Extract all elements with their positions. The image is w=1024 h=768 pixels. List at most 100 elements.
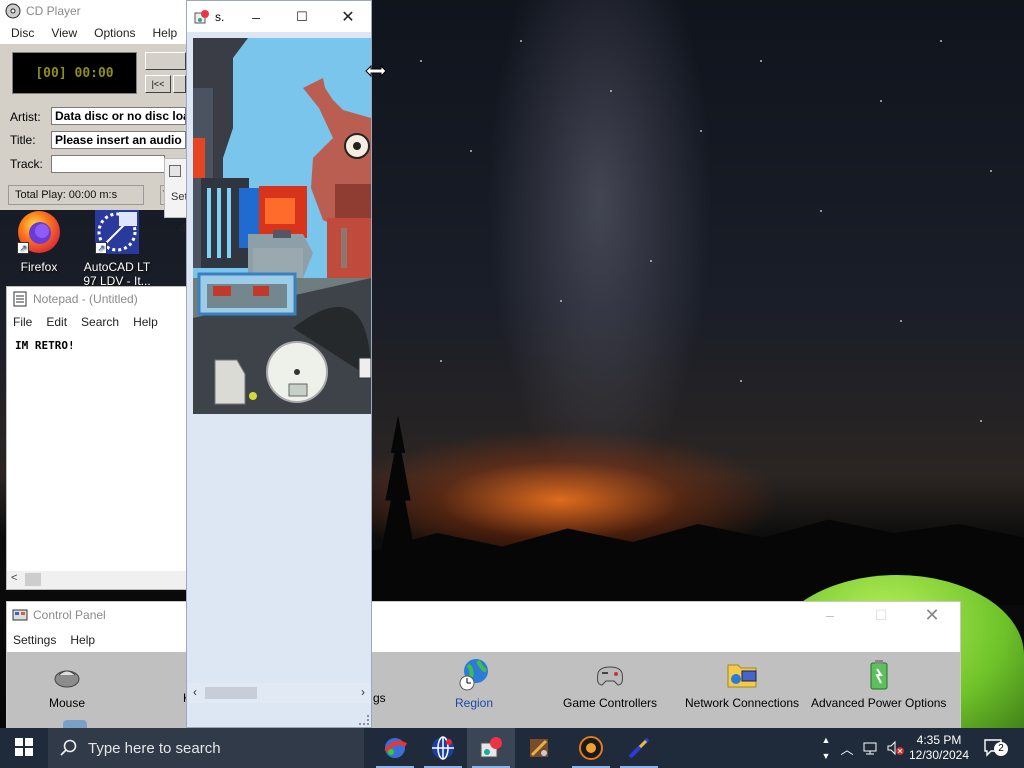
shortcut-arrow-icon: ↗ — [17, 242, 29, 254]
scroll-thumb[interactable] — [205, 687, 257, 699]
cp-item-region-label: Region — [455, 696, 494, 710]
pen-icon — [628, 737, 650, 759]
control-panel-menubar: Settings Help — [7, 628, 960, 652]
rewind-button[interactable] — [173, 75, 186, 93]
desktop-icon-autocad-label: AutoCAD LT 97 LDV - It... — [83, 260, 151, 288]
taskbar-app-settings[interactable] — [515, 728, 563, 768]
game-hscrollbar[interactable]: ‹ › — [187, 683, 371, 703]
cp-item-mouse-label: Mouse — [49, 696, 86, 710]
game-window: s. – ☐ ✕ ‹ › — [186, 0, 372, 728]
menu-help[interactable]: Help — [70, 633, 95, 647]
autocad-icon: ↗ — [93, 208, 141, 256]
volume-muted-icon — [887, 740, 904, 756]
scroll-left-icon[interactable]: ‹ — [193, 685, 197, 699]
globe-icon — [456, 657, 492, 693]
cp-item-partial-right: gs — [373, 691, 386, 705]
track-label: Track: — [10, 157, 43, 171]
close-button[interactable]: ✕ — [325, 1, 371, 32]
clock-time: 4:35 PM — [916, 733, 962, 747]
control-panel-window: Control Panel – ☐ ✕ Settings Help Mouse … — [6, 601, 961, 729]
prev-track-button[interactable]: |<< — [145, 75, 171, 93]
notepad-menubar: File Edit Search Help — [7, 311, 186, 333]
cd-status-bar: Total Play: 00:00 m:s — [8, 185, 144, 205]
taskbar-search-box[interactable]: Type here to search — [48, 728, 364, 768]
notepad-text-area[interactable]: IM RETRO! — [7, 335, 186, 557]
cp-item-game-controllers-label: Game Controllers — [563, 696, 658, 710]
cd-player-title: CD Player — [26, 4, 81, 18]
show-hidden-icons-button[interactable]: ︿ — [838, 728, 856, 768]
search-placeholder: Type here to search — [88, 739, 221, 757]
shortcut-arrow-icon: ↗ — [95, 242, 107, 254]
clock[interactable]: 4:35 PM 12/30/2024 — [908, 728, 970, 768]
volume-tray-button[interactable] — [884, 728, 906, 768]
scroll-thumb[interactable] — [25, 573, 41, 586]
scroll-right-icon[interactable]: › — [361, 685, 365, 699]
desktop-icon-firefox[interactable]: ↗ Firefox — [0, 208, 78, 274]
window-icon — [169, 165, 181, 177]
maximize-button[interactable]: ☐ — [279, 1, 325, 32]
game-app-icon — [194, 9, 210, 25]
cp-item-mouse[interactable]: Mouse — [49, 657, 85, 710]
settings-icon — [530, 739, 548, 757]
cp-item-phone-partial-icon — [63, 720, 87, 728]
control-panel-title: Control Panel — [33, 608, 106, 622]
globe-icon — [432, 736, 454, 760]
notepad-titlebar[interactable]: Notepad - (Untitled) — [7, 287, 186, 311]
cp-item-advanced-power-options[interactable]: Advanced Power Options — [811, 657, 946, 710]
taskbar-app-globe[interactable] — [419, 728, 467, 768]
track-dropdown[interactable] — [51, 155, 165, 173]
windows-logo-icon — [15, 737, 33, 759]
title-field[interactable]: Please insert an audio compact disc — [51, 131, 186, 149]
menu-view[interactable]: View — [51, 26, 77, 40]
chevron-up-icon[interactable]: ▲ — [822, 735, 831, 745]
menu-help[interactable]: Help — [153, 26, 178, 40]
menu-options[interactable]: Options — [94, 26, 135, 40]
taskbar: Type here to search ▲ ▼ ︿ 4:35 PM 12/30/… — [0, 728, 1024, 768]
notepad-window: Notepad - (Untitled) File Edit Search He… — [6, 286, 187, 590]
battery-icon — [861, 657, 897, 693]
taskbar-scroll[interactable]: ▲ ▼ — [818, 728, 834, 768]
taskbar-app-game[interactable] — [371, 728, 419, 768]
clock-date: 12/30/2024 — [908, 748, 970, 762]
close-button[interactable]: ✕ — [909, 600, 955, 631]
artist-field[interactable]: Data disc or no disc loaded — [51, 107, 186, 125]
maximize-button[interactable]: ☐ — [858, 600, 904, 631]
chevron-down-icon[interactable]: ▼ — [822, 751, 831, 761]
cp-item-network-connections[interactable]: Network Connections — [685, 657, 799, 710]
menu-edit[interactable]: Edit — [46, 315, 67, 329]
menu-file[interactable]: File — [13, 315, 32, 329]
play-button[interactable] — [145, 52, 186, 70]
minimize-button[interactable]: – — [233, 1, 279, 32]
menu-settings[interactable]: Settings — [13, 633, 56, 647]
notepad-hscrollbar[interactable]: < — [7, 571, 186, 589]
cp-item-region[interactable]: Region — [455, 657, 493, 710]
taskbar-app-media[interactable] — [567, 728, 615, 768]
network-tray-button[interactable] — [860, 728, 882, 768]
resize-grip-icon[interactable] — [359, 715, 369, 725]
chevron-up-icon: ︿ — [840, 741, 854, 757]
menu-help[interactable]: Help — [133, 315, 158, 329]
game-viewport[interactable] — [193, 38, 371, 414]
media-icon — [579, 736, 603, 760]
menu-disc[interactable]: Disc — [11, 26, 34, 40]
taskbar-app-pen[interactable] — [615, 728, 663, 768]
scroll-left-icon[interactable]: < — [11, 572, 17, 584]
network-folder-icon — [724, 657, 760, 693]
minimize-button[interactable]: – — [807, 600, 853, 631]
cd-player-titlebar[interactable]: CD Player — [0, 0, 186, 22]
artist-label: Artist: — [10, 110, 41, 124]
cp-item-game-controllers[interactable]: Game Controllers — [563, 657, 657, 710]
notifications-button[interactable]: 2 — [978, 728, 1010, 768]
cd-player-window: CD Player Disc View Options Help [00] 00… — [0, 0, 186, 210]
gamepad-icon — [592, 657, 628, 693]
control-panel-titlebar[interactable]: Control Panel – ☐ ✕ — [7, 602, 960, 628]
notepad-title: Notepad - (Untitled) — [33, 292, 138, 306]
desktop-icon-autocad[interactable]: ↗ AutoCAD LT 97 LDV - It... — [78, 208, 156, 288]
taskbar-app-control-panel[interactable] — [467, 728, 515, 768]
menu-search[interactable]: Search — [81, 315, 119, 329]
resize-cursor-icon — [365, 62, 387, 80]
game-window-titlebar[interactable]: s. – ☐ ✕ — [187, 1, 371, 32]
start-button[interactable] — [0, 728, 48, 768]
notepad-icon — [12, 291, 28, 307]
cd-time-display: [00] 00:00 — [12, 52, 137, 94]
